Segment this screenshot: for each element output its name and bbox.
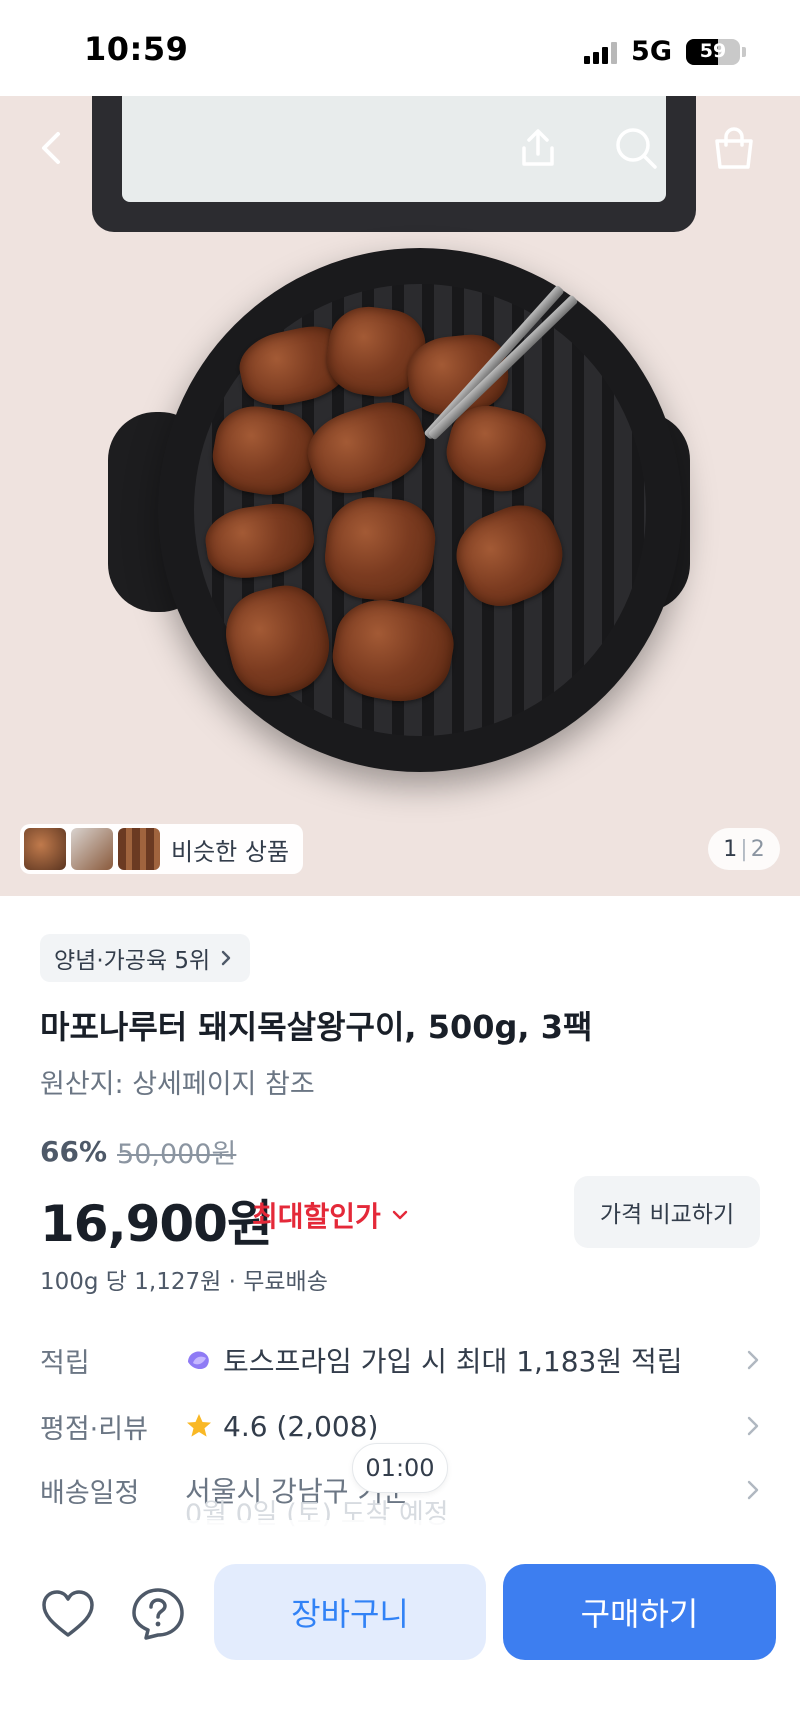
sale-price: 16,900원 [40,1195,273,1253]
similar-products-button[interactable]: 비슷한 상품 [20,824,304,874]
similar-thumbnail [24,828,66,870]
cart-button-top[interactable] [704,118,764,178]
reward-label: 적립 [40,1347,90,1379]
original-price: 50,000원 [117,1139,237,1170]
delivery-label: 배송일정 [40,1477,140,1509]
like-button[interactable] [38,1584,98,1644]
chevron-right-icon [747,1350,759,1370]
best-price-label: 최대할인가 [252,1200,381,1233]
countdown-timer: 01:00 [352,1443,448,1493]
grill-plate [158,248,682,772]
similar-products-label: 비슷한 상품 [171,837,290,866]
reward-value: 토스프라임 가입 시 최대 1,183원 적립 [223,1345,683,1378]
question-icon [132,1588,184,1640]
add-to-cart-button[interactable]: 장바구니 [214,1564,486,1660]
rating-label: 평점·리뷰 [40,1413,148,1445]
rating-value: 4.6 (2,008) [223,1409,379,1443]
star-icon [187,1414,211,1437]
heart-icon [42,1590,94,1637]
delivery-chevron [730,1479,760,1501]
pager-separator: | [740,836,748,862]
search-button[interactable] [606,118,666,178]
battery-percent: 59 [699,39,727,62]
discount-row: 66% 50,000원 [40,1132,236,1171]
status-time: 10:59 [84,30,189,68]
rating-chevron [730,1415,760,1437]
battery-icon: 59 [686,38,740,65]
product-image-gallery[interactable]: 비슷한 상품 1 | 2 [0,96,800,896]
best-price-dropdown[interactable]: 최대할인가 [252,1195,409,1235]
share-button[interactable] [508,118,568,178]
status-bar: 10:59 5G 59 [0,0,800,96]
pager-total: 2 [750,836,765,862]
discount-percent: 66% [40,1135,108,1168]
similar-thumbnail [118,828,160,870]
similar-thumbnail [71,828,113,870]
network-type: 5G [631,36,672,67]
price-compare-button[interactable]: 가격 비교하기 [574,1176,760,1248]
product-title: 마포나루터 돼지목살왕구이, 500g, 3팩 [40,1008,593,1046]
status-indicators: 5G 59 [584,36,746,67]
reward-row[interactable]: 적립 토스프라임 가입 시 최대 1,183원 적립 [40,1332,760,1388]
category-rank-label: 양념·가공육 5위 [54,948,211,974]
reward-chevron [730,1349,760,1371]
shopping-bag-icon [715,127,753,169]
chevron-left-icon [42,132,60,164]
chevron-right-icon [747,1480,759,1500]
share-icon [522,129,554,166]
help-button[interactable] [128,1584,188,1644]
search-icon [616,128,657,169]
back-button[interactable] [22,118,82,178]
unit-price-shipping: 100g 당 1,127원 · 무료배송 [40,1269,328,1295]
battery-tip [742,46,746,57]
product-origin: 원산지: 상세페이지 참조 [40,1069,315,1100]
category-rank-chip[interactable]: 양념·가공육 5위 [40,934,251,982]
signal-icon [584,40,618,64]
reward-value-wrap: 토스프라임 가입 시 최대 1,183원 적립 [185,1340,730,1380]
rating-value-wrap: 4.6 (2,008) [185,1410,730,1443]
pager-current: 1 [723,836,738,862]
image-pager: 1 | 2 [708,828,780,870]
toss-prime-icon [188,1351,209,1370]
chevron-down-icon [392,1210,408,1220]
chevron-right-icon [222,950,231,966]
buy-now-button[interactable]: 구매하기 [503,1564,776,1660]
chevron-right-icon [747,1416,759,1436]
